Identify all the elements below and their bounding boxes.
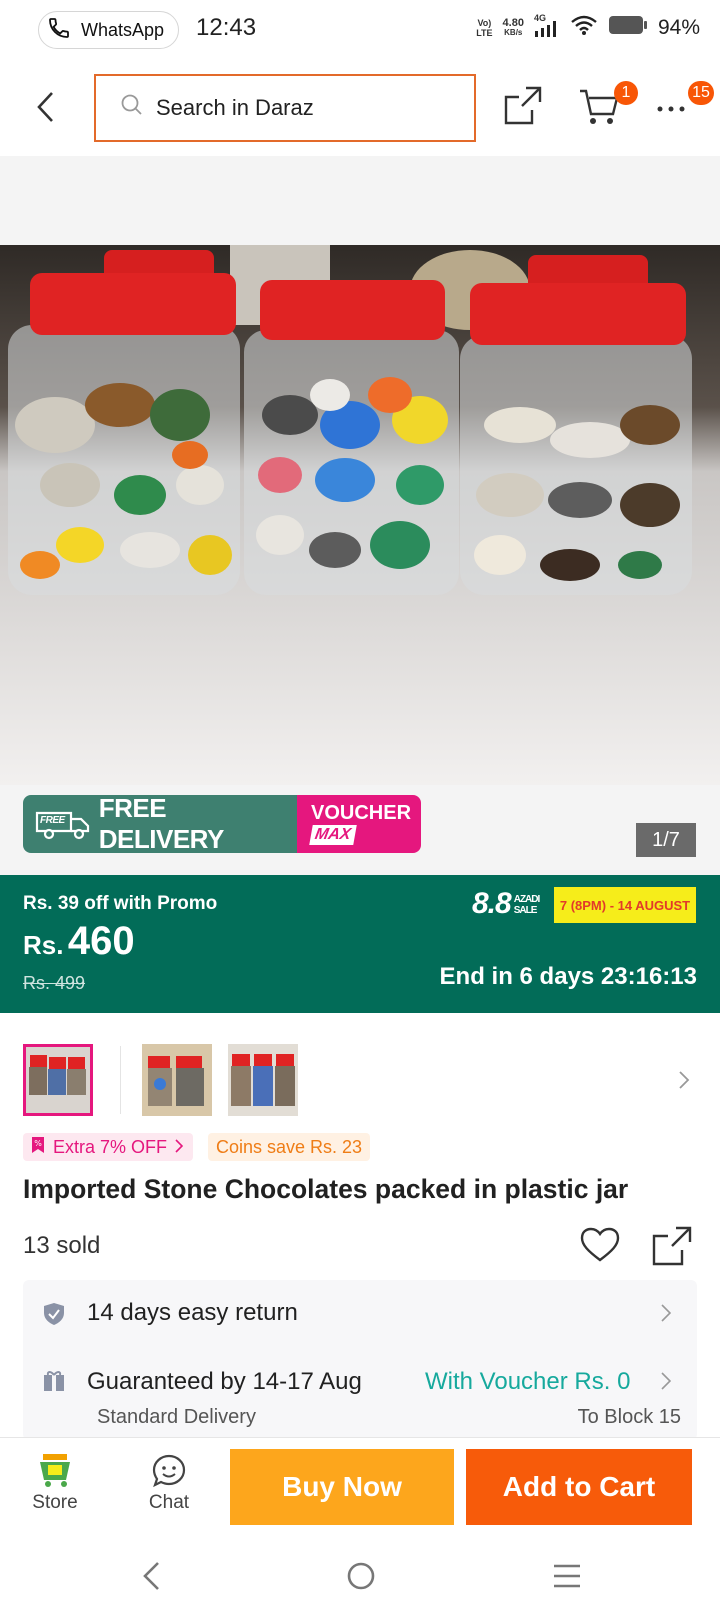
- sold-count: 13 sold: [23, 1232, 101, 1259]
- system-back-icon[interactable]: [140, 1561, 162, 1596]
- system-navigation-bar: [0, 1537, 720, 1612]
- extra-off-chevron-icon: [175, 1137, 184, 1158]
- azadi-sale-logo: 8.8 AZADI SALE: [472, 887, 540, 920]
- buy-now-button[interactable]: Buy Now: [230, 1449, 454, 1525]
- back-arrow-icon[interactable]: [36, 90, 56, 129]
- delivery-type: Standard Delivery: [97, 1406, 256, 1428]
- notification-count-badge: 15: [688, 81, 714, 105]
- return-policy-text: 14 days easy return: [87, 1299, 298, 1326]
- delivery-chevron-icon: [661, 1372, 672, 1395]
- sale-dates: 7 (8PM) - 14 AUGUST: [554, 887, 696, 923]
- search-placeholder: Search in Daraz: [156, 95, 314, 120]
- return-chevron-icon: [661, 1304, 672, 1327]
- product-image[interactable]: [0, 245, 720, 785]
- delivery-voucher-strip: FREE FREE DELIVERY VOUCHER MAX 1/7: [0, 785, 720, 875]
- service-info-box: 14 days easy return Guaranteed by 14-17 …: [23, 1280, 697, 1440]
- battery-icon: [608, 14, 648, 42]
- store-button[interactable]: Store: [10, 1448, 100, 1514]
- chat-label: Chat: [148, 1492, 190, 1513]
- whatsapp-label: WhatsApp: [81, 19, 165, 40]
- chat-icon: [124, 1448, 214, 1492]
- bottom-action-bar: Store Chat Buy Now Add to Cart: [0, 1437, 720, 1537]
- truck-free-label: FREE: [40, 815, 65, 826]
- voucher-delivery-text: With Voucher Rs. 0: [425, 1368, 631, 1395]
- heart-icon[interactable]: [580, 1227, 620, 1268]
- image-counter: 1/7: [636, 823, 696, 857]
- delivery-box-icon: [43, 1370, 65, 1397]
- system-home-icon[interactable]: [346, 1561, 376, 1596]
- current-price: Rs. 460: [23, 919, 135, 963]
- free-delivery-badge: FREE FREE DELIVERY: [23, 793, 297, 854]
- clock: 12:43: [196, 14, 257, 41]
- whatsapp-call-pill[interactable]: WhatsApp: [38, 11, 180, 49]
- delivery-row[interactable]: Guaranteed by 14-17 Aug With Voucher Rs.…: [23, 1350, 697, 1440]
- discount-tag-icon: %: [31, 1136, 45, 1159]
- top-app-bar: Search in Daraz 1 15: [0, 60, 720, 156]
- store-label: Store: [32, 1492, 78, 1513]
- voucher-max-badge: VOUCHER MAX: [297, 795, 421, 853]
- status-icons: Vo) LTE 4.80 KB/s 4G 94%: [476, 13, 700, 42]
- free-delivery-text: FREE DELIVERY: [98, 793, 225, 854]
- volte-indicator: Vo) LTE: [476, 18, 493, 38]
- image-top-spacer: [0, 156, 720, 245]
- network-speed: 4.80 KB/s: [502, 17, 524, 38]
- price-banner: Rs. 39 off with Promo Rs. 460 Rs. 499 8.…: [0, 875, 720, 1013]
- store-icon: [10, 1448, 100, 1492]
- thumbnail-2[interactable]: [142, 1044, 212, 1116]
- cart-count-badge: 1: [614, 81, 638, 105]
- search-input[interactable]: Search in Daraz: [94, 74, 476, 142]
- product-title: Imported Stone Chocolates packed in plas…: [23, 1174, 629, 1204]
- promo-text[interactable]: Rs. 39 off with Promo: [23, 893, 217, 915]
- search-icon: [120, 93, 144, 123]
- delivery-location: To Block 15: [577, 1406, 681, 1428]
- share-icon[interactable]: [504, 86, 542, 131]
- share-product-icon[interactable]: [652, 1226, 692, 1271]
- add-to-cart-button[interactable]: Add to Cart: [466, 1449, 692, 1525]
- wifi-icon: [570, 14, 598, 42]
- thumbnails-next-chevron-icon[interactable]: [678, 1070, 690, 1095]
- chat-button[interactable]: Chat: [124, 1448, 214, 1514]
- signal-icon: 4G: [534, 13, 560, 39]
- coins-save-tag[interactable]: Coins save Rs. 23: [208, 1133, 371, 1161]
- svg-text:%: %: [34, 1139, 42, 1148]
- thumbnail-1[interactable]: [23, 1044, 93, 1116]
- return-policy-row[interactable]: 14 days easy return: [23, 1280, 697, 1344]
- sale-countdown: End in 6 days 23:16:13: [439, 963, 697, 990]
- extra-off-text: Extra 7% OFF: [53, 1136, 168, 1157]
- shield-check-icon: [43, 1302, 65, 1331]
- original-price: Rs. 499: [23, 973, 86, 993]
- battery-percent: 94%: [657, 16, 700, 39]
- delivery-guarantee-text: Guaranteed by 14-17 Aug: [87, 1368, 362, 1395]
- extra-off-tag[interactable]: % Extra 7% OFF: [23, 1133, 194, 1161]
- phone-icon: [47, 16, 71, 45]
- more-options-icon[interactable]: [656, 96, 688, 121]
- thumbnail-3[interactable]: [228, 1044, 298, 1116]
- thumbnail-divider: [120, 1046, 121, 1114]
- system-menu-icon[interactable]: [552, 1563, 582, 1594]
- app-screen: WhatsApp 12:43 Vo) LTE 4.80 KB/s 4G 94% …: [0, 0, 720, 1612]
- status-bar: WhatsApp 12:43 Vo) LTE 4.80 KB/s 4G 94%: [0, 0, 720, 60]
- delivery-truck-icon: FREE: [35, 807, 91, 841]
